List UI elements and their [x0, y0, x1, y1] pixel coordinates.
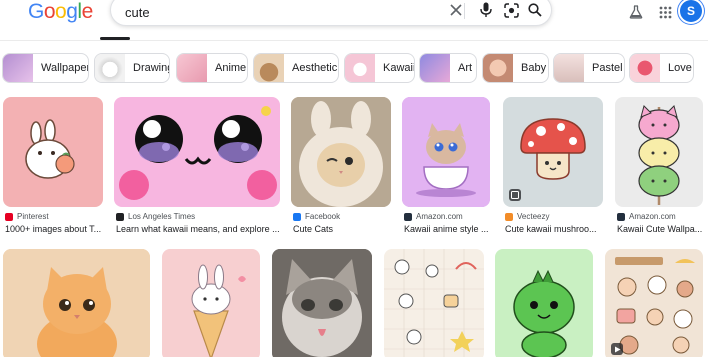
image-result[interactable]	[384, 249, 484, 357]
result-source[interactable]: Pinterest	[5, 212, 49, 221]
chip-label: Love	[668, 62, 692, 74]
chip-label: Aesthetic	[292, 62, 338, 74]
result-caption[interactable]: Cute kawaii mushroo...	[505, 224, 605, 234]
chip-label: Anime	[215, 62, 247, 74]
result-thumbnail[interactable]	[615, 97, 703, 207]
search-icon[interactable]	[526, 1, 544, 19]
result-caption[interactable]: Kawaii Cute Wallpa...	[617, 224, 705, 234]
result-thumbnail[interactable]	[3, 97, 103, 207]
result-thumbnail[interactable]	[3, 249, 150, 357]
result-source[interactable]: Facebook	[293, 212, 340, 221]
chip-anime[interactable]: Anime	[176, 53, 248, 83]
chip-wallpaper[interactable]: Wallpaper	[2, 53, 89, 83]
latimes-icon	[116, 212, 124, 221]
logo-letter: o	[43, 0, 56, 23]
chip-thumbnail	[3, 54, 33, 82]
image-result[interactable]	[495, 249, 593, 357]
image-result[interactable]: Facebook Cute Cats	[291, 97, 391, 237]
apps-grid-icon[interactable]	[655, 2, 675, 22]
chip-thumbnail	[345, 54, 375, 82]
avatar[interactable]: S	[680, 0, 702, 22]
chip-label: Wallpaper	[41, 62, 89, 74]
source-name: Amazon.com	[629, 212, 676, 221]
image-result[interactable]	[605, 249, 703, 357]
result-thumbnail[interactable]	[402, 97, 490, 207]
logo-letter: g	[66, 0, 78, 23]
image-result[interactable]: Pinterest 1000+ images about T...	[3, 97, 103, 237]
chip-thumbnail	[177, 54, 207, 82]
chip-label: Pastel	[592, 62, 623, 74]
chip-thumbnail	[95, 54, 125, 82]
chip-label: Baby	[521, 62, 547, 74]
chip-thumbnail	[254, 54, 284, 82]
chip-kawaii[interactable]: Kawaii	[344, 53, 415, 83]
image-result[interactable]: Los Angeles Times Learn what kawaii mean…	[114, 97, 280, 237]
chip-label: Drawing	[133, 62, 170, 74]
result-caption[interactable]: 1000+ images about T...	[5, 224, 103, 234]
chip-label: Art	[458, 62, 473, 74]
source-name: Vecteezy	[517, 212, 550, 221]
logo-letter: e	[81, 0, 94, 23]
search-divider	[464, 3, 465, 19]
result-thumbnail[interactable]	[114, 97, 280, 207]
image-result[interactable]: Amazon.com Kawaii anime style ...	[402, 97, 490, 237]
header-divider	[0, 40, 708, 41]
chip-thumbnail	[630, 54, 660, 82]
source-name: Facebook	[305, 212, 341, 221]
chip-aesthetic[interactable]: Aesthetic	[253, 53, 339, 83]
source-name: Amazon.com	[416, 212, 463, 221]
amazon-icon	[404, 212, 412, 221]
flask-icon[interactable]	[626, 2, 646, 22]
result-thumbnail[interactable]	[605, 249, 703, 357]
chip-label: Kawaii	[383, 62, 415, 74]
result-thumbnail[interactable]	[162, 249, 260, 357]
image-result[interactable]: Vecteezy Cute kawaii mushroo...	[503, 97, 603, 237]
result-caption[interactable]: Learn what kawaii means, and explore ...	[116, 224, 282, 234]
image-result[interactable]: Amazon.com Kawaii Cute Wallpa...	[615, 97, 703, 237]
chip-pastel[interactable]: Pastel	[553, 53, 625, 83]
logo-letter: o	[55, 0, 67, 23]
gallery-icon	[509, 189, 521, 201]
source-name: Los Angeles Times	[128, 212, 196, 221]
filter-chips: Wallpaper Drawing Anime Aesthetic Kawaii…	[0, 53, 708, 85]
logo-letter: G	[28, 0, 44, 23]
play-icon	[611, 343, 623, 355]
facebook-icon	[293, 212, 301, 221]
header: Google cute S	[0, 0, 708, 41]
image-result[interactable]	[3, 249, 150, 357]
microphone-icon[interactable]	[477, 1, 495, 19]
vecteezy-icon	[505, 212, 513, 221]
close-icon[interactable]	[447, 1, 465, 19]
lens-icon[interactable]	[502, 1, 520, 19]
source-name: Pinterest	[17, 212, 49, 221]
result-thumbnail[interactable]	[495, 249, 593, 357]
chip-drawing[interactable]: Drawing	[94, 53, 170, 83]
result-thumbnail[interactable]	[272, 249, 372, 357]
google-logo[interactable]: Google	[28, 0, 93, 24]
result-source[interactable]: Vecteezy	[505, 212, 549, 221]
image-result[interactable]	[162, 249, 260, 357]
pinterest-icon	[5, 212, 13, 221]
amazon-icon	[617, 212, 625, 221]
chip-thumbnail	[420, 54, 450, 82]
chip-art[interactable]: Art	[419, 53, 477, 83]
avatar-letter: S	[686, 4, 695, 18]
image-result[interactable]	[272, 249, 372, 357]
chip-thumbnail	[483, 54, 513, 82]
result-thumbnail[interactable]	[384, 249, 484, 357]
result-caption[interactable]: Cute Cats	[293, 224, 393, 234]
result-source[interactable]: Los Angeles Times	[116, 212, 195, 221]
result-source[interactable]: Amazon.com	[617, 212, 676, 221]
result-caption[interactable]: Kawaii anime style ...	[404, 224, 494, 234]
result-thumbnail[interactable]	[291, 97, 391, 207]
chip-baby[interactable]: Baby	[482, 53, 549, 83]
chip-love[interactable]: Love	[629, 53, 694, 83]
result-source[interactable]: Amazon.com	[404, 212, 463, 221]
chip-thumbnail	[554, 54, 584, 82]
search-input[interactable]: cute	[125, 5, 150, 20]
search-box[interactable]: cute	[110, 0, 552, 26]
